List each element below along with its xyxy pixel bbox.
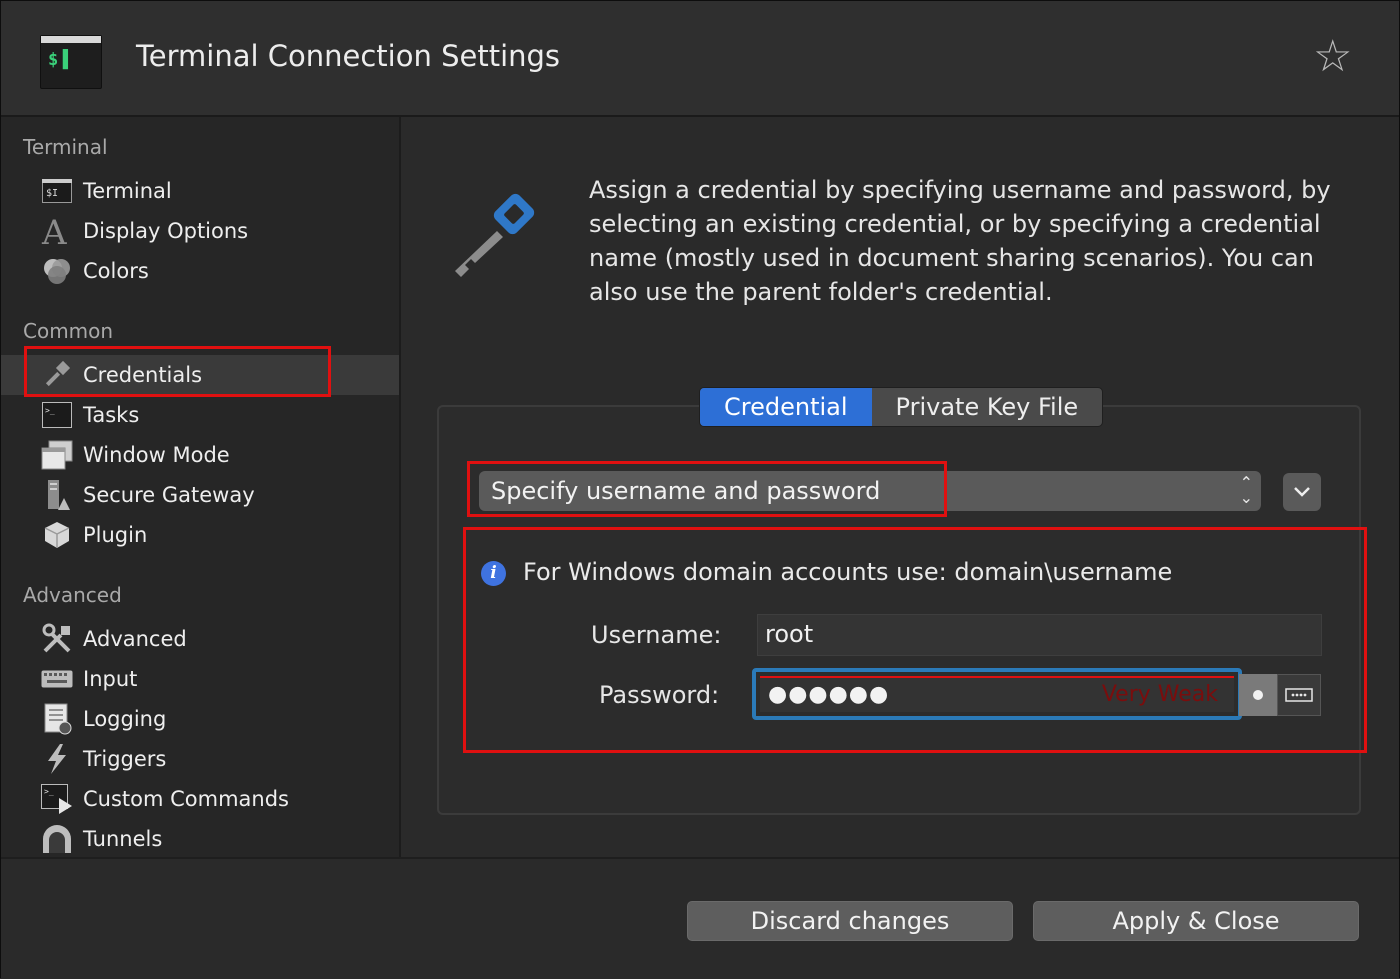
keyboard-icon	[41, 663, 73, 695]
section-title-terminal: Terminal	[23, 135, 108, 159]
domain-info-text: For Windows domain accounts use: domain\…	[523, 558, 1173, 586]
section-title-advanced: Advanced	[23, 583, 122, 607]
credential-tabs: Credential Private Key File	[699, 387, 1104, 427]
info-icon: i	[481, 561, 506, 586]
tab-credential[interactable]: Credential	[700, 388, 872, 426]
credential-description: Assign a credential by specifying userna…	[589, 176, 1331, 306]
password-focus-ring: ●●●●●● Very Weak	[752, 668, 1242, 720]
credential-key-icon	[445, 193, 541, 287]
svg-text:>_: >_	[44, 787, 54, 796]
settings-window: $ ▌ Terminal Connection Settings ☆ Termin…	[0, 0, 1400, 979]
password-input[interactable]: ●●●●●● Very Weak	[760, 676, 1234, 712]
sidebar-item-display-options[interactable]: A Display Options	[1, 211, 399, 251]
password-masked-value: ●●●●●●	[768, 682, 890, 707]
sidebar-item-credentials[interactable]: Credentials	[1, 355, 399, 395]
font-icon: A	[41, 215, 73, 247]
plugin-icon	[41, 519, 73, 551]
select-arrows-icon: ⌃ ⌄	[1239, 473, 1253, 507]
svg-text:$I: $I	[46, 188, 58, 199]
sidebar-item-terminal[interactable]: $I Terminal	[1, 171, 399, 211]
discard-changes-button[interactable]: Discard changes	[687, 901, 1013, 941]
key-icon	[41, 359, 73, 391]
sidebar-item-colors[interactable]: Colors	[1, 251, 399, 291]
sidebar: Terminal $I Terminal A Display Options C…	[1, 117, 401, 857]
tasks-icon: >_	[41, 399, 73, 431]
credential-mode-select[interactable]: Specify username and password ⌃ ⌄	[479, 471, 1261, 511]
svg-text:>_: >_	[45, 406, 55, 415]
tools-icon	[41, 623, 73, 655]
sidebar-item-plugin[interactable]: Plugin	[1, 515, 399, 555]
main-content: Assign a credential by specifying userna…	[401, 117, 1399, 857]
sidebar-item-secure-gateway[interactable]: Secure Gateway	[1, 475, 399, 515]
colors-icon	[41, 255, 73, 287]
sidebar-item-window-mode[interactable]: Window Mode	[1, 435, 399, 475]
svg-text:A: A	[41, 215, 67, 247]
password-strength: Very Weak	[1101, 682, 1218, 707]
chevron-down-icon	[1294, 487, 1310, 497]
apply-close-button[interactable]: Apply & Close	[1033, 901, 1359, 941]
tab-private-key-file[interactable]: Private Key File	[872, 388, 1103, 426]
custom-commands-icon: >_	[41, 783, 73, 815]
sidebar-item-logging[interactable]: Logging	[1, 699, 399, 739]
credential-mode-value: Specify username and password	[491, 477, 881, 505]
window-mode-icon	[41, 439, 73, 471]
logging-icon	[41, 703, 73, 735]
username-label: Username:	[591, 621, 722, 649]
sidebar-item-triggers[interactable]: Triggers	[1, 739, 399, 779]
password-generator-button[interactable]	[1277, 674, 1321, 716]
sidebar-item-custom-commands[interactable]: >_ Custom Commands	[1, 779, 399, 819]
terminal-app-icon: $ ▌	[40, 35, 102, 89]
lightning-icon	[41, 743, 73, 775]
password-generator-icon	[1285, 688, 1313, 702]
sidebar-item-advanced[interactable]: Advanced	[1, 619, 399, 659]
terminal-icon: $I	[41, 175, 73, 207]
star-icon[interactable]: ☆	[1313, 35, 1352, 79]
window-title: Terminal Connection Settings	[136, 39, 561, 73]
username-input[interactable]: root	[757, 614, 1322, 656]
sidebar-item-tasks[interactable]: >_ Tasks	[1, 395, 399, 435]
reveal-password-button[interactable]	[1239, 674, 1277, 716]
sidebar-item-input[interactable]: Input	[1, 659, 399, 699]
credential-menu-button[interactable]	[1283, 473, 1321, 511]
reveal-dot-icon	[1253, 690, 1263, 700]
sidebar-item-tunnels[interactable]: Tunnels	[1, 819, 399, 859]
section-title-common: Common	[23, 319, 114, 343]
gateway-icon	[41, 479, 73, 511]
credential-panel	[437, 405, 1361, 815]
tunnel-icon	[41, 823, 73, 855]
footer: Discard changes Apply & Close	[1, 857, 1399, 979]
password-label: Password:	[599, 681, 720, 709]
header: $ ▌ Terminal Connection Settings ☆	[1, 1, 1399, 117]
